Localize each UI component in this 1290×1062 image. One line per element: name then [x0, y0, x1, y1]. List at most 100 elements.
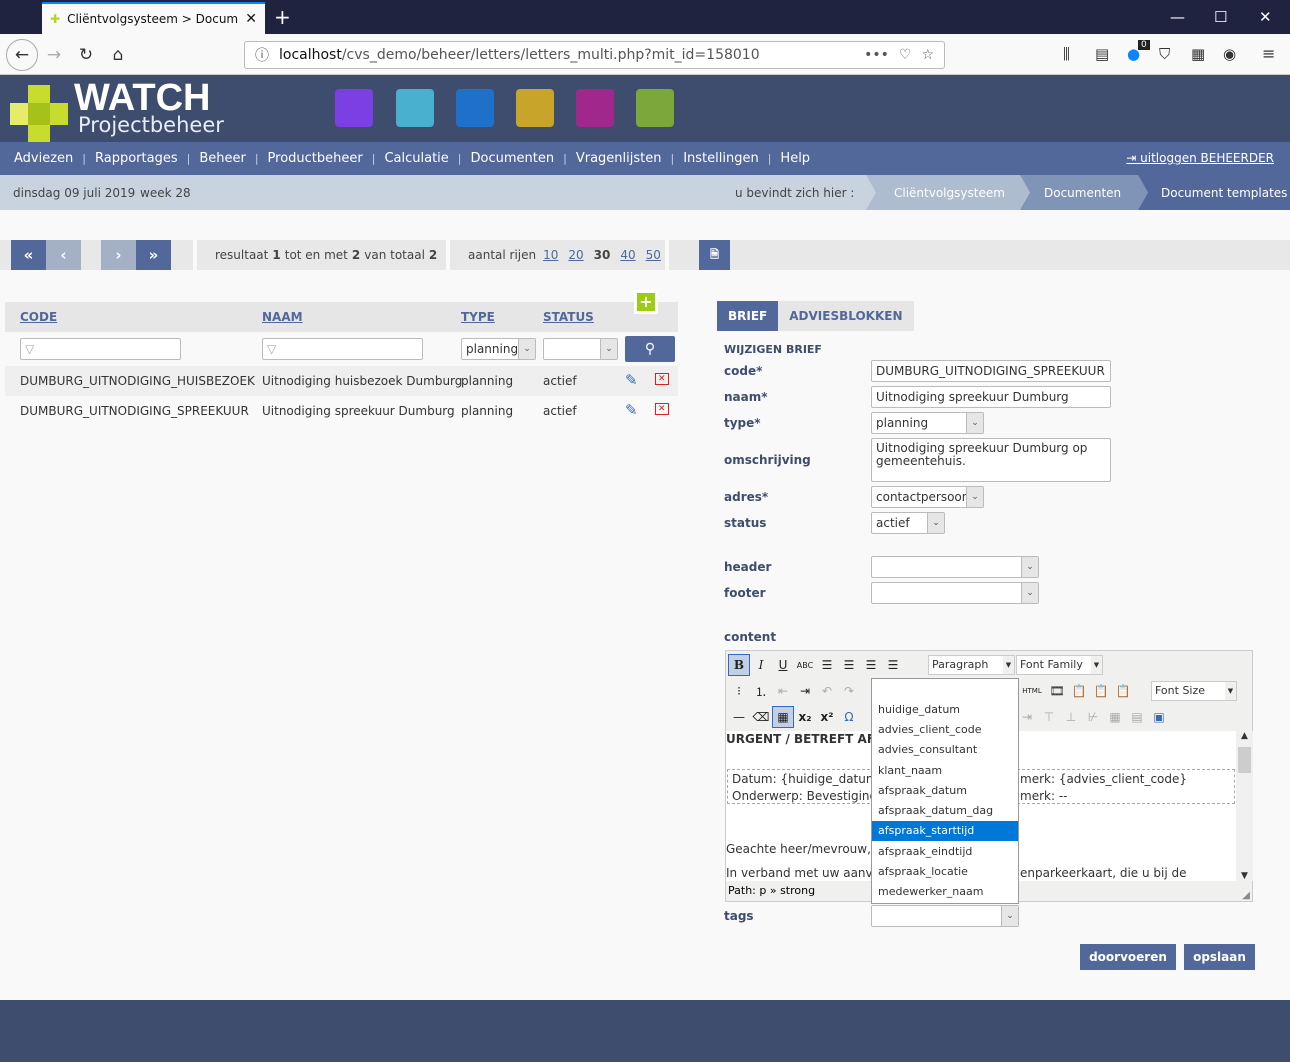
- menu-item-productbeheer[interactable]: Productbeheer: [268, 151, 363, 166]
- table-row[interactable]: DUMBURG_UITNODIGING_SPREEKUUR Uitnodiging…: [5, 396, 678, 426]
- more-icon[interactable]: •••: [864, 47, 889, 63]
- row-props-icon[interactable]: ▣: [1148, 706, 1170, 728]
- browser-tab[interactable]: ✚ Cliëntvolgsysteem > Documen ✕: [42, 2, 265, 34]
- footer-select[interactable]: ⌄: [871, 582, 1039, 604]
- menu-item-vragenlijsten[interactable]: Vragenlijsten: [576, 151, 662, 166]
- menu-item-help[interactable]: Help: [780, 151, 810, 166]
- horizontal-rule-icon[interactable]: —: [728, 706, 750, 728]
- info-icon[interactable]: ⓘ: [255, 45, 269, 65]
- underline-icon[interactable]: U: [772, 654, 794, 676]
- menu-item-rapportages[interactable]: Rapportages: [95, 151, 178, 166]
- outdent-icon[interactable]: ⇤: [772, 680, 794, 702]
- header-status[interactable]: STATUS: [543, 310, 594, 324]
- menu-item-calculatie[interactable]: Calculatie: [384, 151, 448, 166]
- close-tab-icon[interactable]: ✕: [245, 11, 257, 27]
- edit-icon[interactable]: ✎: [625, 371, 638, 389]
- first-page-button[interactable]: «: [11, 240, 46, 270]
- rows-50-link[interactable]: 50: [646, 248, 661, 262]
- tag-option[interactable]: afspraak_locatie: [872, 861, 1018, 881]
- align-center-icon[interactable]: ☰: [838, 654, 860, 676]
- account-icon[interactable]: ◉: [1223, 45, 1236, 63]
- strikethrough-icon[interactable]: ABC: [794, 654, 816, 676]
- reload-icon[interactable]: ↻: [72, 41, 100, 69]
- tab-brief[interactable]: BRIEF: [717, 301, 779, 331]
- calculator-app-icon[interactable]: [636, 89, 674, 127]
- font-size-select[interactable]: Font Size ▼: [1151, 681, 1237, 701]
- adres-select[interactable]: contactpersoon ⌄: [871, 486, 984, 508]
- rows-20-link[interactable]: 20: [568, 248, 583, 262]
- superscript-icon[interactable]: x²: [816, 706, 838, 728]
- opslaan-button[interactable]: opslaan: [1184, 944, 1255, 970]
- excel-export-icon[interactable]: 🗎: [699, 240, 730, 270]
- naam-filter-input[interactable]: ▽: [262, 338, 423, 360]
- paste-word-icon[interactable]: 📋: [1112, 680, 1134, 702]
- numbered-list-icon[interactable]: ⒈: [750, 680, 772, 702]
- tag-option[interactable]: afspraak_eindtijd: [872, 841, 1018, 861]
- table-row-after-icon[interactable]: ⊥: [1060, 706, 1082, 728]
- align-right-icon[interactable]: ☰: [860, 654, 882, 676]
- html-icon[interactable]: HTML: [1018, 680, 1046, 702]
- documents-app-icon[interactable]: [335, 89, 373, 127]
- delete-icon[interactable]: ✕: [655, 373, 669, 385]
- format-select[interactable]: Paragraph ▼: [928, 655, 1015, 675]
- editor-scrollbar[interactable]: ▲ ▼: [1236, 731, 1253, 881]
- table-props-icon[interactable]: ▦: [1104, 706, 1126, 728]
- table-row-before-icon[interactable]: ⊤: [1038, 706, 1060, 728]
- font-family-select[interactable]: Font Family ▼: [1016, 655, 1103, 675]
- justify-icon[interactable]: ☰: [882, 654, 904, 676]
- code-input[interactable]: DUMBURG_UITNODIGING_SPREEKUUR: [871, 360, 1111, 382]
- tab-adviesblokken[interactable]: ADVIESBLOKKEN: [778, 301, 914, 331]
- paste-text-icon[interactable]: 📋: [1090, 680, 1112, 702]
- naam-input[interactable]: Uitnodiging spreekuur Dumburg: [871, 386, 1111, 408]
- indent-icon[interactable]: ⇥: [794, 680, 816, 702]
- undo-icon[interactable]: ↶: [816, 680, 838, 702]
- sidebar-icon[interactable]: ▤: [1095, 45, 1109, 63]
- rows-40-link[interactable]: 40: [620, 248, 635, 262]
- calendar-app-icon[interactable]: [456, 89, 494, 127]
- eraser-icon[interactable]: ⌫: [750, 706, 772, 728]
- bullet-list-icon[interactable]: ⁝: [728, 680, 750, 702]
- url-bar[interactable]: ⓘ localhost/cvs_demo/beheer/letters/lett…: [244, 41, 945, 69]
- media-icon[interactable]: 🎞: [1046, 680, 1068, 702]
- cell-props-icon[interactable]: ▤: [1126, 706, 1148, 728]
- search-button[interactable]: ⚲: [625, 336, 675, 362]
- breadcrumb-clientvolgsysteem[interactable]: Cliëntvolgsysteem: [866, 175, 1030, 210]
- header-select[interactable]: ⌄: [871, 556, 1039, 578]
- qr-icon[interactable]: ▦: [1191, 45, 1205, 63]
- new-tab-icon[interactable]: +: [274, 5, 291, 29]
- tag-option-highlighted[interactable]: afspraak_starttijd: [872, 820, 1018, 842]
- minimize-icon[interactable]: —: [1170, 8, 1185, 26]
- doorvoeren-button[interactable]: doorvoeren: [1080, 944, 1176, 970]
- pocket-icon[interactable]: ♡: [899, 47, 912, 63]
- table-delete-icon[interactable]: ⊬: [1082, 706, 1104, 728]
- tag-option[interactable]: advies_client_code: [872, 719, 1018, 739]
- tag-option[interactable]: klant_naam: [872, 760, 1018, 780]
- menu-item-adviezen[interactable]: Adviezen: [14, 151, 73, 166]
- invoice-app-icon[interactable]: [576, 89, 614, 127]
- type-filter-select[interactable]: planning ⌄: [461, 338, 536, 360]
- resize-handle-icon[interactable]: ◢: [1242, 890, 1250, 901]
- bookmark-star-icon[interactable]: ☆: [921, 47, 934, 63]
- special-char-icon[interactable]: Ω: [838, 706, 860, 728]
- tag-option[interactable]: medewerker_naam: [872, 882, 1018, 902]
- breadcrumb-documenten[interactable]: Documenten: [1020, 175, 1148, 210]
- forward-icon[interactable]: →: [40, 41, 68, 69]
- rows-10-link[interactable]: 10: [543, 248, 558, 262]
- people-app-icon[interactable]: [516, 89, 554, 127]
- logout-link[interactable]: ⇥ uitloggen BEHEERDER: [1126, 151, 1274, 165]
- tag-option[interactable]: afspraak_datum_dag: [872, 800, 1018, 820]
- bold-icon[interactable]: B: [728, 654, 750, 676]
- edit-icon[interactable]: ✎: [625, 401, 638, 419]
- next-page-button[interactable]: ›: [101, 240, 136, 270]
- last-page-button[interactable]: »: [136, 240, 171, 270]
- tag-option[interactable]: afspraak_datum: [872, 780, 1018, 800]
- menu-item-instellingen[interactable]: Instellingen: [683, 151, 759, 166]
- tag-option[interactable]: advies_consultant: [872, 740, 1018, 760]
- table-row[interactable]: DUMBURG_UITNODIGING_HUISBEZOEK Uitnodigin…: [5, 366, 678, 396]
- code-filter-input[interactable]: ▽: [20, 338, 181, 360]
- header-naam[interactable]: NAAM: [262, 310, 303, 324]
- back-icon[interactable]: ←: [6, 39, 38, 71]
- close-window-icon[interactable]: ✕: [1259, 8, 1272, 26]
- tag-option[interactable]: huidige_datum: [872, 699, 1018, 719]
- tags-dropdown-list[interactable]: huidige_datum advies_client_code advies_…: [871, 678, 1019, 904]
